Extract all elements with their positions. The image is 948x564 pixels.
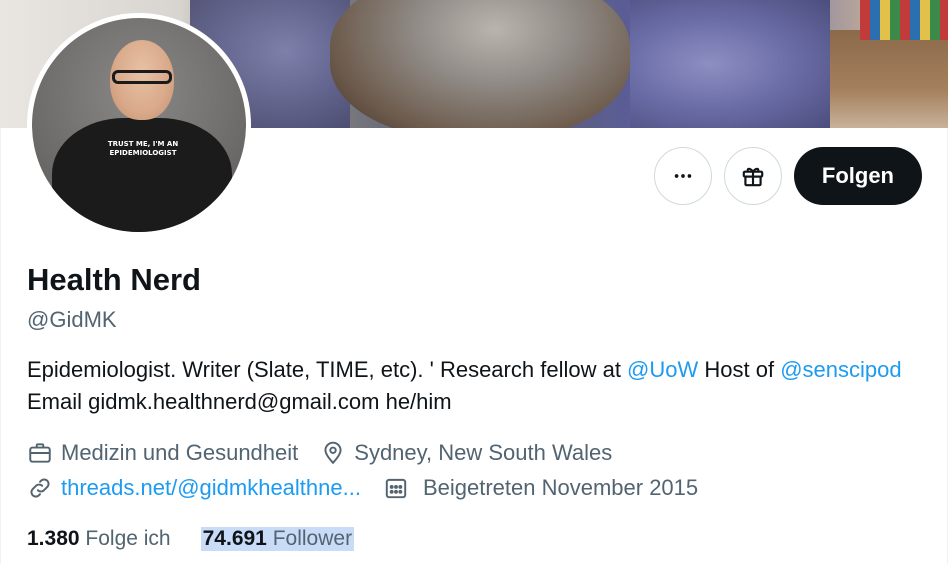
banner-blanket-right <box>630 0 830 128</box>
profile-actions: Folgen <box>653 147 922 205</box>
profile-handle: @GidMK <box>27 307 117 332</box>
avatar-shirt <box>52 118 232 232</box>
meta-category-label: Medizin und Gesundheit <box>61 440 299 465</box>
avatar-glasses <box>112 70 172 84</box>
location-pin-icon <box>324 441 342 465</box>
banner-books <box>860 0 948 40</box>
bio-text-3: Email gidmk.healthnerd@gmail.com he/him <box>27 389 452 414</box>
website-link[interactable]: threads.net/@gidmkhealthne... <box>61 475 361 501</box>
meta-location: Sydney, New South Wales <box>320 440 612 466</box>
more-button[interactable] <box>653 147 712 205</box>
follow-button[interactable]: Folgen <box>793 147 922 205</box>
mention-senscipod-link[interactable]: @senscipod <box>780 357 901 382</box>
calendar-icon <box>385 478 407 499</box>
more-dots-icon <box>674 174 692 178</box>
meta-joined: Beigetreten November 2015 <box>383 475 698 501</box>
followers-count: 74.691 <box>202 527 267 550</box>
avatar-shirt-text: TRUST ME, I'M AN EPIDEMIOLOGIST <box>107 140 179 157</box>
profile-meta-row-2: threads.net/@gidmkhealthne... Beigetrete… <box>27 475 698 501</box>
profile-meta-row-1: Medizin und Gesundheit Sydney, New South… <box>27 440 612 466</box>
profile-name: Health Nerd <box>27 262 201 297</box>
followers-label: Follower <box>272 527 353 550</box>
bio-text-1: Epidemiologist. Writer (Slate, TIME, etc… <box>27 357 628 382</box>
bio-text-2: Host of <box>698 357 781 382</box>
avatar[interactable]: TRUST ME, I'M AN EPIDEMIOLOGIST <box>27 13 251 237</box>
avatar-photo: TRUST ME, I'M AN EPIDEMIOLOGIST <box>32 18 246 232</box>
meta-website[interactable]: threads.net/@gidmkhealthne... <box>27 475 361 501</box>
following-stat[interactable]: 1.380 Folge ich <box>27 527 171 551</box>
profile-bio: Epidemiologist. Writer (Slate, TIME, etc… <box>27 354 907 418</box>
meta-location-label: Sydney, New South Wales <box>354 440 613 465</box>
briefcase-icon <box>29 443 51 463</box>
banner-shelf <box>830 30 948 128</box>
followers-stat[interactable]: 74.691 Follower <box>200 527 355 551</box>
link-icon <box>30 478 50 498</box>
meta-category: Medizin und Gesundheit <box>27 440 298 466</box>
following-count: 1.380 <box>27 527 80 550</box>
following-label: Folge ich <box>85 527 171 550</box>
gift-icon <box>742 167 764 187</box>
profile-stats: 1.380 Folge ich 74.691 Follower <box>27 527 355 551</box>
mention-uow-link[interactable]: @UoW <box>627 357 698 382</box>
banner-cat <box>330 0 630 128</box>
gift-button[interactable] <box>723 147 782 205</box>
meta-joined-label: Beigetreten November 2015 <box>422 475 699 500</box>
